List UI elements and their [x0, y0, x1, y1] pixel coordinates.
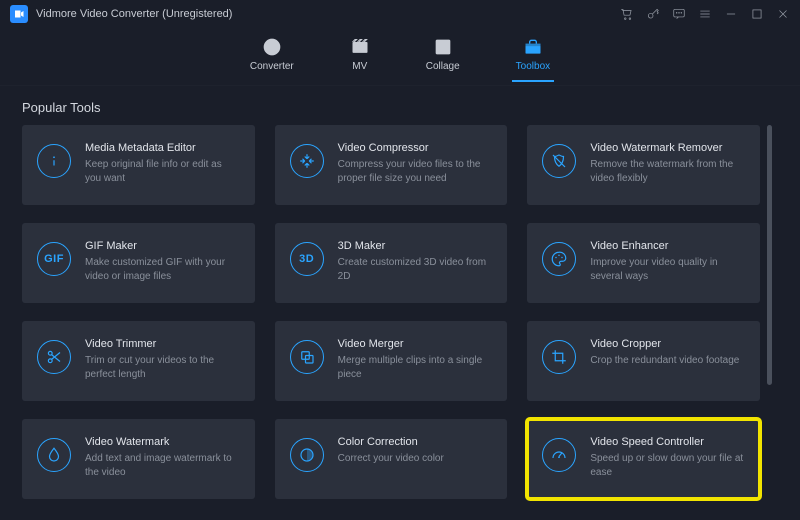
tool-video-watermark-remover[interactable]: Video Watermark Remover Remove the waterm… [527, 125, 760, 205]
tool-desc: Improve your video quality in several wa… [590, 256, 745, 283]
gif-label: GIF [44, 253, 64, 265]
menu-icon[interactable] [698, 7, 712, 21]
color-circle-icon [290, 438, 324, 472]
tool-color-correction[interactable]: Color Correction Correct your video color [275, 419, 508, 499]
tools-scroll-area: Media Metadata Editor Keep original file … [22, 125, 778, 520]
tab-mv[interactable]: MV [346, 33, 374, 82]
tool-desc: Merge multiple clips into a single piece [338, 354, 493, 381]
tool-title: Video Watermark Remover [590, 142, 745, 154]
tool-title: GIF Maker [85, 240, 240, 252]
crop-icon [542, 340, 576, 374]
content-area: Popular Tools Media Metadata Editor Keep … [0, 86, 800, 515]
tool-desc: Add text and image watermark to the vide… [85, 452, 240, 479]
tab-label: MV [352, 61, 367, 72]
tool-video-merger[interactable]: Video Merger Merge multiple clips into a … [275, 321, 508, 401]
gif-icon: GIF [37, 242, 71, 276]
tool-desc: Speed up or slow down your file at ease [590, 452, 745, 479]
tool-desc: Compress your video files to the proper … [338, 158, 493, 185]
tool-desc: Create customized 3D video from 2D [338, 256, 493, 283]
tool-desc: Keep original file info or edit as you w… [85, 158, 240, 185]
app-title: Vidmore Video Converter (Unregistered) [36, 8, 232, 20]
header-left: Vidmore Video Converter (Unregistered) [10, 5, 232, 23]
tool-video-cropper[interactable]: Video Cropper Crop the redundant video fo… [527, 321, 760, 401]
three-d-label: 3D [299, 253, 314, 265]
maximize-icon[interactable] [750, 7, 764, 21]
minimize-icon[interactable] [724, 7, 738, 21]
watermark-remove-icon [542, 144, 576, 178]
tool-video-compressor[interactable]: Video Compressor Compress your video file… [275, 125, 508, 205]
main-tabs: Converter MV Collage Toolbox [0, 30, 800, 86]
tool-3d-maker[interactable]: 3D 3D Maker Create customized 3D video fr… [275, 223, 508, 303]
info-icon [37, 144, 71, 178]
tab-converter[interactable]: Converter [246, 33, 298, 82]
tool-title: Video Enhancer [590, 240, 745, 252]
tools-grid: Media Metadata Editor Keep original file … [22, 125, 778, 499]
droplet-icon [37, 438, 71, 472]
tool-title: Video Merger [338, 338, 493, 350]
feedback-icon[interactable] [672, 7, 686, 21]
tool-title: Video Watermark [85, 436, 240, 448]
tool-title: Video Speed Controller [590, 436, 745, 448]
tool-desc: Crop the redundant video footage [590, 354, 739, 368]
tool-video-trimmer[interactable]: Video Trimmer Trim or cut your videos to … [22, 321, 255, 401]
tool-video-watermark[interactable]: Video Watermark Add text and image waterm… [22, 419, 255, 499]
app-logo-icon [10, 5, 28, 23]
tool-title: Video Cropper [590, 338, 739, 350]
key-icon[interactable] [646, 7, 660, 21]
header-right [620, 7, 790, 21]
tool-desc: Remove the watermark from the video flex… [590, 158, 745, 185]
scrollbar-thumb[interactable] [767, 125, 772, 385]
section-title: Popular Tools [22, 100, 778, 115]
tool-video-speed-controller[interactable]: Video Speed Controller Speed up or slow d… [527, 419, 760, 499]
tool-video-enhancer[interactable]: Video Enhancer Improve your video quality… [527, 223, 760, 303]
tool-title: Color Correction [338, 436, 444, 448]
palette-icon [542, 242, 576, 276]
tool-media-metadata-editor[interactable]: Media Metadata Editor Keep original file … [22, 125, 255, 205]
scissors-icon [37, 340, 71, 374]
tool-desc: Correct your video color [338, 452, 444, 466]
tab-label: Toolbox [516, 61, 550, 72]
tool-title: Video Compressor [338, 142, 493, 154]
tool-title: 3D Maker [338, 240, 493, 252]
tab-toolbox[interactable]: Toolbox [512, 33, 554, 82]
gauge-icon [542, 438, 576, 472]
close-icon[interactable] [776, 7, 790, 21]
tab-label: Converter [250, 61, 294, 72]
tab-label: Collage [426, 61, 460, 72]
tool-gif-maker[interactable]: GIF GIF Maker Make customized GIF with yo… [22, 223, 255, 303]
tool-title: Media Metadata Editor [85, 142, 240, 154]
title-bar: Vidmore Video Converter (Unregistered) [0, 0, 800, 28]
cart-icon[interactable] [620, 7, 634, 21]
tool-title: Video Trimmer [85, 338, 240, 350]
three-d-icon: 3D [290, 242, 324, 276]
tool-desc: Make customized GIF with your video or i… [85, 256, 240, 283]
tool-desc: Trim or cut your videos to the perfect l… [85, 354, 240, 381]
compress-icon [290, 144, 324, 178]
merge-icon [290, 340, 324, 374]
tab-collage[interactable]: Collage [422, 33, 464, 82]
